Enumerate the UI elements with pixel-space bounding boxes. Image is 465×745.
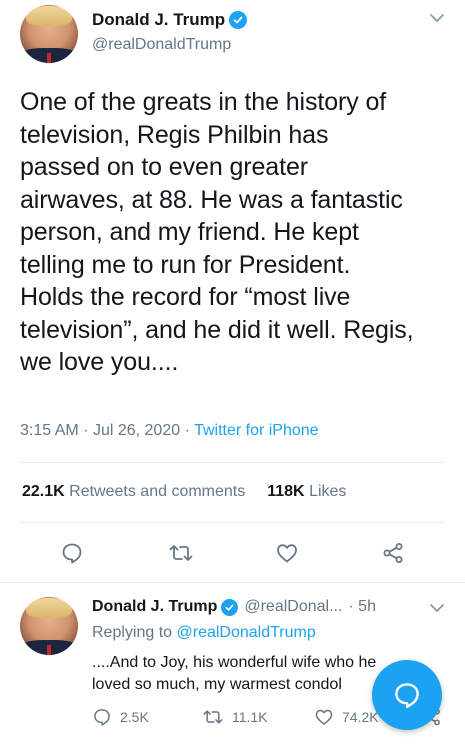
reply-retweets-count: 11.1K <box>232 709 268 725</box>
likes-label: Likes <box>309 483 347 500</box>
reply-author-handle[interactable]: @realDonal... <box>244 598 342 616</box>
likes-count: 118K <box>267 483 305 500</box>
verified-badge-icon <box>221 598 239 616</box>
tweet-stats: 22.1K Retweets and comments 118K Likes <box>22 483 346 501</box>
tweet-separator <box>0 582 465 583</box>
tweet-meta: 3:15 AM · Jul 26, 2020 · Twitter for iPh… <box>20 422 319 440</box>
tweet-time: 3:15 AM <box>20 422 79 439</box>
like-icon[interactable] <box>274 540 300 566</box>
chevron-down-icon[interactable] <box>427 598 447 618</box>
divider <box>20 522 445 523</box>
retweets-count: 22.1K <box>22 483 65 500</box>
author-name-row[interactable]: Donald J. Trump <box>92 10 248 30</box>
meta-separator: · <box>83 422 93 439</box>
reply-retweet-action[interactable]: 11.1K <box>202 707 268 727</box>
reply-comments-count: 2.5K <box>120 709 149 725</box>
main-tweet: Donald J. Trump @realDonaldTrump One of … <box>0 0 465 582</box>
avatar-tie <box>46 644 52 655</box>
tweet-date: Jul 26, 2020 <box>92 422 181 439</box>
retweets-label: Retweets and comments <box>69 483 246 500</box>
reply-avatar[interactable] <box>20 597 78 655</box>
reply-icon[interactable] <box>59 540 85 566</box>
compose-reply-button[interactable] <box>372 660 442 730</box>
avatar[interactable] <box>20 5 78 63</box>
reply-icon <box>94 709 110 726</box>
replying-to: Replying to @realDonaldTrump <box>92 624 316 642</box>
author-display-name[interactable]: Donald J. Trump <box>92 10 225 30</box>
tweet-source-link[interactable]: Twitter for iPhone <box>194 422 319 439</box>
reply-time-ago: · 5h <box>348 598 376 615</box>
retweet-icon <box>203 710 223 724</box>
share-icon[interactable] <box>380 540 406 566</box>
likes-stat[interactable]: 118K Likes <box>267 483 346 500</box>
chevron-down-icon[interactable] <box>427 8 447 28</box>
reply-author-row[interactable]: Donald J. Trump @realDonal... · 5h <box>92 598 376 616</box>
tweet-text: One of the greats in the history of tele… <box>20 88 414 376</box>
retweets-stat[interactable]: 22.1K Retweets and comments <box>22 483 245 500</box>
divider <box>20 462 445 463</box>
reply-text: ....And to Joy, his wonderful wife who h… <box>92 654 377 693</box>
compose-reply-icon <box>395 683 419 709</box>
like-icon <box>315 709 333 725</box>
replying-prefix: Replying to <box>92 624 173 641</box>
retweet-icon[interactable] <box>168 540 194 566</box>
avatar-hair <box>25 598 73 618</box>
reply-like-action[interactable]: 74.2K <box>314 707 379 727</box>
reply-likes-count: 74.2K <box>342 709 379 725</box>
meta-separator: · <box>184 422 195 439</box>
author-handle[interactable]: @realDonaldTrump <box>92 36 231 54</box>
avatar-hair <box>25 6 73 26</box>
reply-comment-action[interactable]: 2.5K <box>92 707 149 727</box>
avatar-tie <box>46 52 52 63</box>
verified-badge-icon <box>229 11 248 29</box>
reply-author-display-name[interactable]: Donald J. Trump <box>92 598 217 616</box>
replying-to-link[interactable]: @realDonaldTrump <box>177 624 316 641</box>
